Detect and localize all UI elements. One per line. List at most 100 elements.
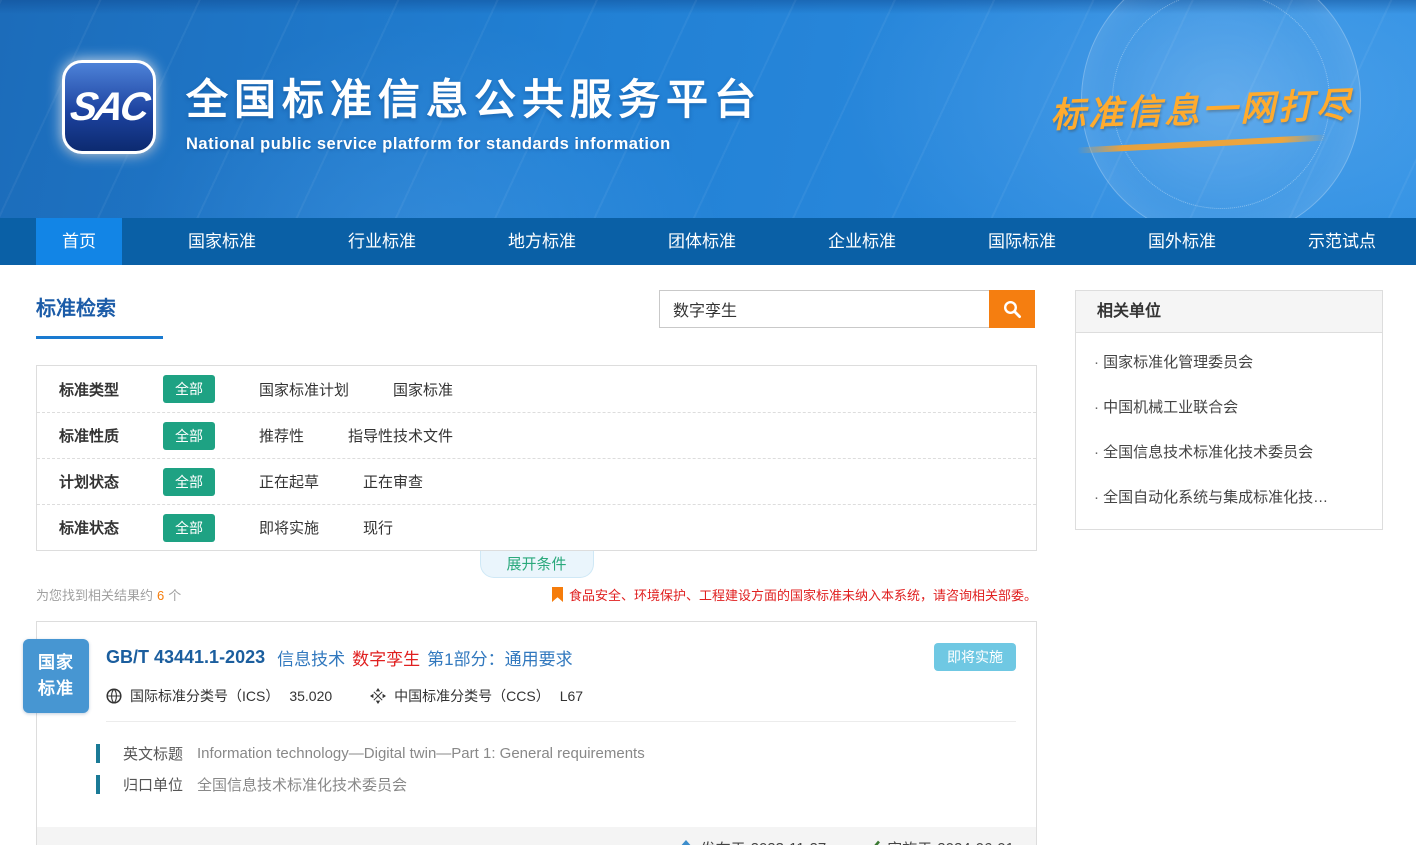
published-date: 2023-11-27 — [751, 840, 827, 845]
card-main: GB/T 43441.1-2023 信息技术 数字孪生 第1部分：通用要求 即将… — [37, 622, 1036, 811]
filter-row-standard-status: 标准状态 全部 即将实施 现行 — [37, 504, 1036, 550]
filter-row-standard-type: 标准类型 全部 国家标准计划 国家标准 — [37, 366, 1036, 412]
filter-option[interactable]: 指导性技术文件 — [348, 425, 453, 446]
related-units-title: 相关单位 — [1076, 291, 1382, 333]
detail-value: 全国信息技术标准化技术委员会 — [197, 774, 407, 795]
related-unit-item[interactable]: 全国自动化系统与集成标准化技… — [1076, 474, 1382, 519]
filter-option[interactable]: 现行 — [363, 517, 393, 538]
expand-conditions-button[interactable]: 展开条件 — [480, 551, 594, 578]
nav-tab-pilot-demo[interactable]: 示范试点 — [1282, 218, 1402, 265]
ics-label: 国际标准分类号（ICS） — [130, 686, 279, 706]
filter-panel: 标准类型 全部 国家标准计划 国家标准 标准性质 全部 推荐性 指导性技术文件 … — [36, 365, 1037, 551]
results-count: 为您找到相关结果约6个 — [36, 585, 181, 604]
results-info-row: 为您找到相关结果约6个 食品安全、环境保护、工程建设方面的国家标准未纳入本系统，… — [36, 585, 1037, 604]
related-unit-item[interactable]: 全国信息技术标准化技术委员会 — [1076, 429, 1382, 474]
detail-row-marker — [96, 775, 100, 794]
implemented-info: 实施于 2024-06-01 — [864, 838, 1014, 845]
filter-label: 计划状态 — [59, 471, 143, 492]
site-header: SAC 全国标准信息公共服务平台 National public service… — [0, 0, 1416, 218]
nav-tab-group-standards[interactable]: 团体标准 — [642, 218, 762, 265]
search-section: 标准检索 — [36, 290, 1037, 352]
globe-icon — [106, 688, 122, 704]
page-content: 标准检索 标准类型 全部 国家标准计划 国家标准 标准性质 — [0, 265, 1416, 845]
publish-upload-icon — [678, 840, 694, 845]
site-title: 全国标准信息公共服务平台 — [186, 66, 762, 127]
related-units-list: 国家标准化管理委员会 中国机械工业联合会 全国信息技术标准化技术委员会 全国自动… — [1076, 333, 1382, 529]
standard-title-post[interactable]: 第1部分：通用要求 — [427, 645, 572, 670]
filter-option[interactable]: 正在起草 — [259, 471, 319, 492]
ics-value: 35.020 — [289, 688, 332, 704]
site-subtitle: National public service platform for sta… — [186, 135, 762, 154]
header-slogan: 标准信息一网打尽 — [1050, 82, 1354, 147]
filter-option[interactable]: 正在审查 — [363, 471, 423, 492]
notice-text: 食品安全、环境保护、工程建设方面的国家标准未纳入本系统，请咨询相关部委。 — [569, 585, 1037, 604]
filter-row-plan-status: 计划状态 全部 正在起草 正在审查 — [37, 458, 1036, 504]
detail-row-marker — [96, 744, 100, 763]
implemented-label: 实施于 — [887, 838, 932, 845]
nav-tab-foreign-standards[interactable]: 国外标准 — [1122, 218, 1242, 265]
card-footer: 发布于 2023-11-27 实施于 2024-06-01 — [37, 827, 1036, 845]
nav-tab-home[interactable]: 首页 — [36, 218, 122, 265]
status-badge: 即将实施 — [934, 643, 1016, 671]
system-notice: 食品安全、环境保护、工程建设方面的国家标准未纳入本系统，请咨询相关部委。 — [552, 585, 1037, 604]
ccs-label: 中国标准分类号（CCS） — [394, 686, 550, 706]
nav-tab-local-standards[interactable]: 地方标准 — [482, 218, 602, 265]
related-units-panel: 相关单位 国家标准化管理委员会 中国机械工业联合会 全国信息技术标准化技术委员会… — [1075, 290, 1383, 530]
detail-label: 归口单位 — [123, 774, 183, 795]
type-badge-line2: 标准 — [38, 676, 74, 702]
main-column: 标准检索 标准类型 全部 国家标准计划 国家标准 标准性质 — [36, 290, 1037, 845]
site-title-block: 全国标准信息公共服务平台 National public service pla… — [186, 66, 762, 154]
standard-type-badge: 国家 标准 — [23, 639, 89, 713]
filter-label: 标准类型 — [59, 379, 143, 400]
sac-logo: SAC — [62, 60, 156, 154]
type-badge-line1: 国家 — [38, 650, 74, 676]
ics-group: 国际标准分类号（ICS） 35.020 — [106, 686, 332, 706]
related-unit-item[interactable]: 国家标准化管理委员会 — [1076, 339, 1382, 384]
result-card: 国家 标准 GB/T 43441.1-2023 信息技术 数字孪生 第1部分：通… — [36, 621, 1037, 845]
filter-badge-all[interactable]: 全部 — [163, 468, 215, 496]
filter-label: 标准状态 — [59, 517, 143, 538]
filter-option[interactable]: 即将实施 — [259, 517, 319, 538]
compass-icon — [370, 688, 386, 704]
nav-tab-international-standards[interactable]: 国际标准 — [962, 218, 1082, 265]
filter-badge-all[interactable]: 全部 — [163, 375, 215, 403]
filter-row-standard-nature: 标准性质 全部 推荐性 指导性技术文件 — [37, 412, 1036, 458]
bookmark-icon — [552, 587, 563, 602]
nav-tab-national-standards[interactable]: 国家标准 — [162, 218, 282, 265]
filter-badge-all[interactable]: 全部 — [163, 514, 215, 542]
english-title-row: 英文标题 Information technology—Digital twin… — [96, 743, 1016, 764]
related-unit-item[interactable]: 中国机械工业联合会 — [1076, 384, 1382, 429]
filter-option[interactable]: 国家标准 — [393, 379, 453, 400]
results-count-suffix: 个 — [168, 588, 181, 603]
slogan-text: 标准信息一网打尽 — [1049, 77, 1355, 139]
main-nav: 首页 国家标准 行业标准 地方标准 团体标准 企业标准 国际标准 国外标准 示范… — [0, 218, 1416, 265]
detail-label: 英文标题 — [123, 743, 183, 764]
standard-title-pre[interactable]: 信息技术 — [277, 645, 345, 670]
section-title-underline — [36, 336, 163, 339]
card-detail-rows: 英文标题 Information technology—Digital twin… — [106, 722, 1016, 811]
implement-check-icon — [864, 840, 880, 845]
search-box — [659, 290, 1035, 328]
card-title-row: GB/T 43441.1-2023 信息技术 数字孪生 第1部分：通用要求 即将… — [106, 643, 1016, 671]
filter-option[interactable]: 国家标准计划 — [259, 379, 349, 400]
search-input[interactable] — [659, 290, 989, 328]
search-icon — [1002, 299, 1022, 319]
ccs-value: L67 — [560, 688, 583, 704]
results-count-number: 6 — [157, 588, 164, 603]
filter-badge-all[interactable]: 全部 — [163, 422, 215, 450]
nav-tab-enterprise-standards[interactable]: 企业标准 — [802, 218, 922, 265]
card-meta-row: 国际标准分类号（ICS） 35.020 中国标准分类号（CCS） L67 — [106, 686, 1016, 722]
nav-tab-industry-standards[interactable]: 行业标准 — [322, 218, 442, 265]
standard-code-link[interactable]: GB/T 43441.1-2023 — [106, 647, 265, 668]
search-button[interactable] — [989, 290, 1035, 328]
ccs-group: 中国标准分类号（CCS） L67 — [370, 686, 583, 706]
published-label: 发布于 — [701, 838, 746, 845]
implemented-date: 2024-06-01 — [937, 840, 1014, 845]
published-info: 发布于 2023-11-27 — [678, 838, 827, 845]
sac-logo-text: SAC — [67, 85, 150, 130]
detail-value: Information technology—Digital twin—Part… — [197, 745, 645, 762]
standard-title-highlight[interactable]: 数字孪生 — [352, 645, 420, 670]
committee-row: 归口单位 全国信息技术标准化技术委员会 — [96, 774, 1016, 795]
filter-label: 标准性质 — [59, 425, 143, 446]
filter-option[interactable]: 推荐性 — [259, 425, 304, 446]
